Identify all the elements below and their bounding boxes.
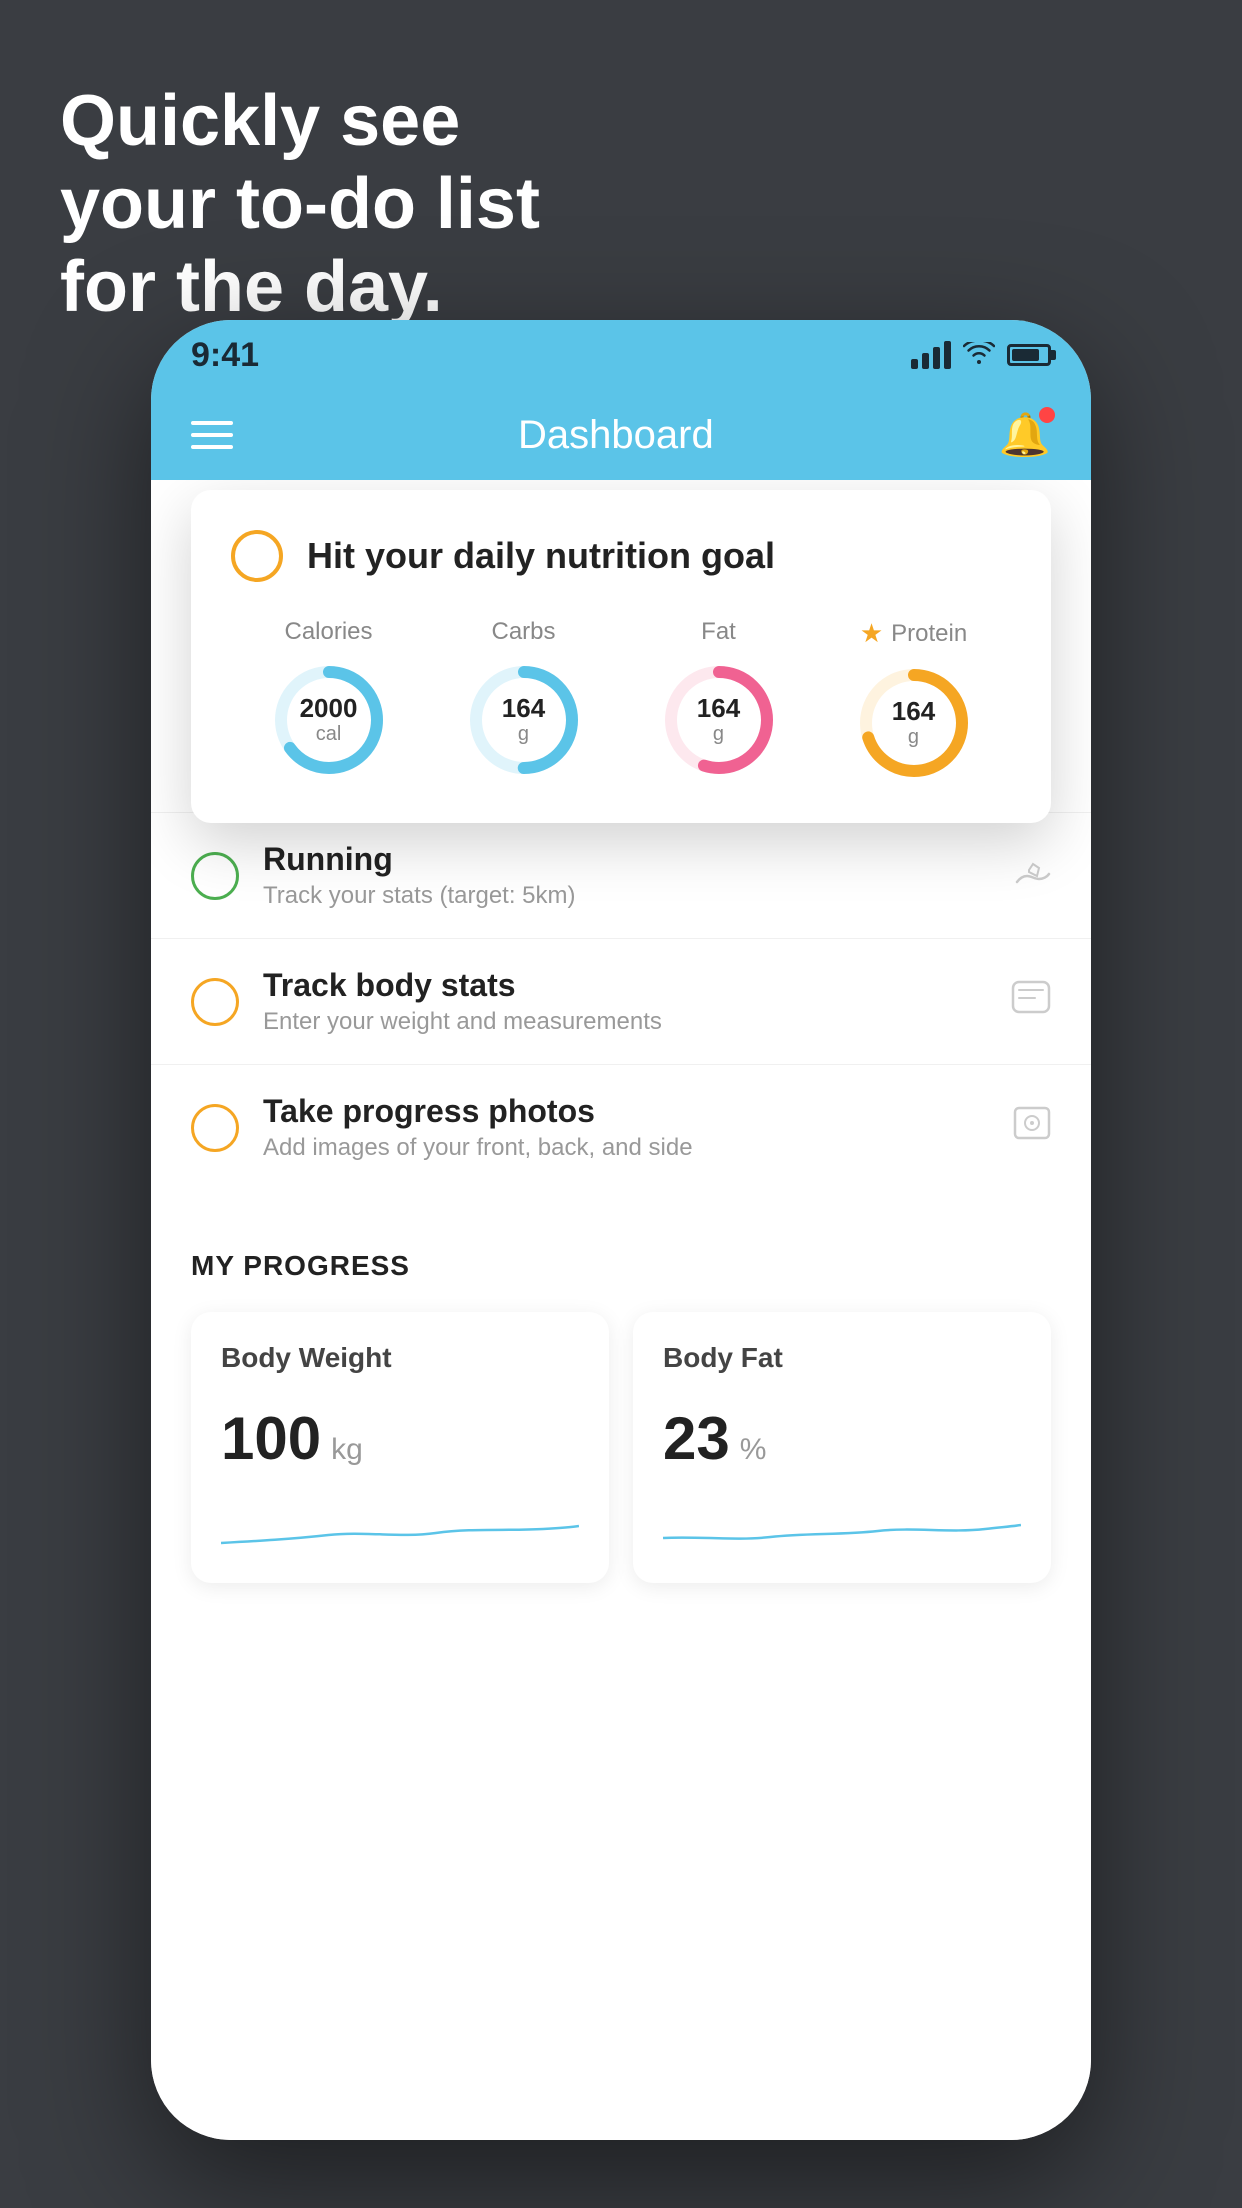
running-desc: Track your stats (target: 5km): [263, 882, 991, 910]
nutrition-protein: ★ Protein 164 g: [854, 618, 974, 783]
fat-value: 164: [697, 694, 740, 723]
nutrition-card: Hit your daily nutrition goal Calories 2…: [191, 490, 1051, 823]
body-fat-title: Body Fat: [663, 1342, 1021, 1374]
phone-frame: 9:41 Dashboard 🔔: [151, 320, 1091, 2140]
body-stats-name: Track body stats: [263, 967, 987, 1004]
todo-list: Running Track your stats (target: 5km) T…: [151, 812, 1091, 1190]
progress-cards: Body Weight 100 kg Body Fat 23: [191, 1312, 1051, 1583]
body-stats-text: Track body stats Enter your weight and m…: [263, 967, 987, 1036]
headline-line2: your to-do list: [60, 163, 540, 246]
protein-value: 164: [892, 697, 935, 726]
scale-icon: [1011, 980, 1051, 1023]
photos-desc: Add images of your front, back, and side: [263, 1134, 989, 1162]
progress-header: MY PROGRESS: [191, 1250, 1051, 1282]
body-fat-chart: [663, 1503, 1021, 1553]
todo-item-progress-photos[interactable]: Take progress photos Add images of your …: [151, 1064, 1091, 1190]
body-stats-check-circle: [191, 978, 239, 1026]
body-fat-value-row: 23 %: [663, 1404, 1021, 1473]
status-time: 9:41: [191, 336, 259, 375]
body-weight-value-row: 100 kg: [221, 1404, 579, 1473]
wifi-icon: [963, 339, 995, 371]
photos-text: Take progress photos Add images of your …: [263, 1093, 989, 1162]
photos-name: Take progress photos: [263, 1093, 989, 1130]
bell-icon[interactable]: 🔔: [999, 411, 1051, 460]
protein-label: Protein: [891, 620, 967, 648]
notification-dot: [1039, 407, 1055, 423]
calories-label: Calories: [284, 618, 372, 646]
body-weight-unit: kg: [331, 1433, 363, 1467]
protein-donut: 164 g: [854, 663, 974, 783]
todo-item-body-stats[interactable]: Track body stats Enter your weight and m…: [151, 938, 1091, 1064]
nutrition-grid: Calories 2000 cal Carbs: [231, 618, 1011, 783]
fat-label: Fat: [701, 618, 736, 646]
body-fat-card: Body Fat 23 %: [633, 1312, 1051, 1583]
running-text: Running Track your stats (target: 5km): [263, 841, 991, 910]
calories-donut: 2000 cal: [269, 660, 389, 780]
nutrition-check-circle[interactable]: [231, 530, 283, 582]
running-name: Running: [263, 841, 991, 878]
hamburger-menu[interactable]: [191, 421, 233, 449]
todo-item-running[interactable]: Running Track your stats (target: 5km): [151, 812, 1091, 938]
nav-bar: Dashboard 🔔: [151, 390, 1091, 480]
headline-line3: for the day.: [60, 246, 540, 329]
carbs-label: Carbs: [491, 618, 555, 646]
calories-unit: cal: [300, 723, 358, 746]
body-fat-value: 23: [663, 1404, 730, 1473]
nutrition-calories: Calories 2000 cal: [269, 618, 389, 780]
protein-unit: g: [892, 726, 935, 749]
star-icon: ★: [860, 618, 883, 649]
body-weight-chart: [221, 1503, 579, 1553]
body-stats-desc: Enter your weight and measurements: [263, 1008, 987, 1036]
carbs-donut: 164 g: [464, 660, 584, 780]
carbs-value: 164: [502, 694, 545, 723]
body-weight-card: Body Weight 100 kg: [191, 1312, 609, 1583]
running-check-circle: [191, 852, 239, 900]
progress-section: MY PROGRESS Body Weight 100 kg Body: [151, 1250, 1091, 1583]
status-bar: 9:41: [151, 320, 1091, 390]
body-fat-unit: %: [740, 1433, 767, 1467]
signal-icon: [911, 341, 951, 369]
battery-icon: [1007, 344, 1051, 366]
headline: Quickly see your to-do list for the day.: [60, 80, 540, 328]
phone-content: THINGS TO DO TODAY Hit your daily nutrit…: [151, 480, 1091, 2140]
fat-unit: g: [697, 723, 740, 746]
running-icon: [1015, 855, 1051, 897]
nutrition-carbs: Carbs 164 g: [464, 618, 584, 780]
nutrition-fat: Fat 164 g: [659, 618, 779, 780]
calories-value: 2000: [300, 694, 358, 723]
carbs-unit: g: [502, 723, 545, 746]
fat-donut: 164 g: [659, 660, 779, 780]
body-weight-title: Body Weight: [221, 1342, 579, 1374]
nav-title: Dashboard: [518, 413, 714, 458]
status-icons: [911, 339, 1051, 371]
photos-check-circle: [191, 1104, 239, 1152]
card-title-row: Hit your daily nutrition goal: [231, 530, 1011, 582]
nutrition-card-title: Hit your daily nutrition goal: [307, 535, 775, 577]
headline-line1: Quickly see: [60, 80, 540, 163]
photo-icon: [1013, 1106, 1051, 1149]
body-weight-value: 100: [221, 1404, 321, 1473]
